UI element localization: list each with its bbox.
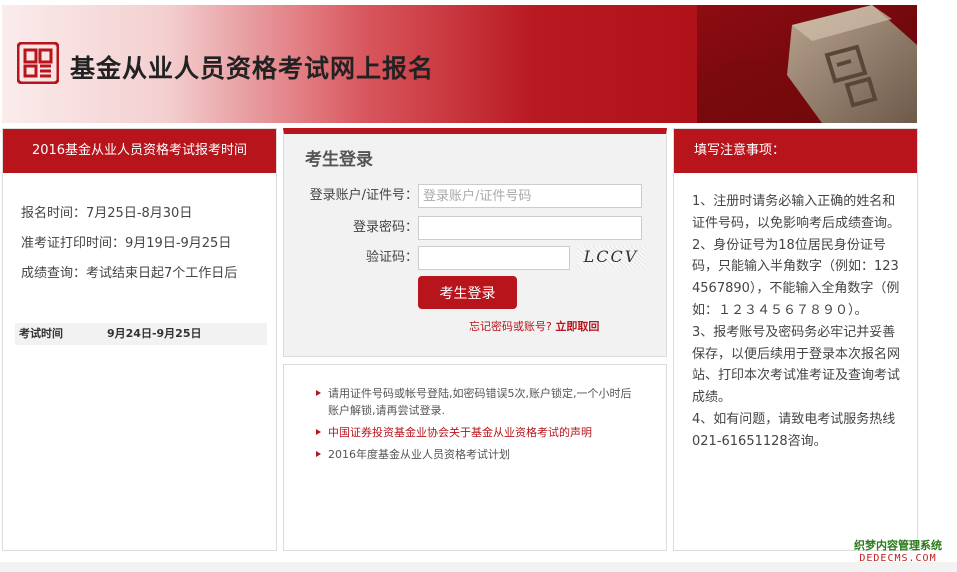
- site-title: 基金从业人员资格考试网上报名: [70, 54, 435, 83]
- notice-item-exam-plan-link[interactable]: 2016年度基金从业人员资格考试计划: [314, 446, 636, 463]
- login-panel: 考生登录 登录账户/证件号： 登录密码： 验证码： LCCV 考生登录 忘记密码…: [283, 128, 667, 357]
- captcha-row: 验证码：: [284, 246, 418, 270]
- instruction-item: 4、如有问题，请致电考试服务热线021-61651128咨询。: [692, 411, 896, 449]
- header-banner: 基金从业人员资格考试网上报名: [2, 5, 917, 123]
- exam-schedule-panel: 2016基金从业人员资格考试报考时间 报名时间：7月25日-8月30日 准考证打…: [2, 128, 277, 551]
- exam-time-value: 9月24日-9月25日: [107, 327, 202, 340]
- forgot-password-text: 忘记密码或账号? 立即取回: [469, 318, 599, 334]
- login-title: 考生登录: [305, 150, 373, 170]
- account-input[interactable]: [418, 184, 642, 208]
- schedule-list: 报名时间：7月25日-8月30日 准考证打印时间：9月19日-9月25日 成绩查…: [3, 173, 276, 289]
- notice-list: 请用证件号码或帐号登陆,如密码错误5次,账户锁定,一个小时后账户解锁,请再尝试登…: [284, 365, 666, 463]
- password-input[interactable]: [418, 216, 642, 240]
- recover-account-link[interactable]: 立即取回: [555, 320, 599, 333]
- schedule-heading: 2016基金从业人员资格考试报考时间: [3, 129, 276, 173]
- logo-icon: [17, 42, 59, 84]
- account-row: 登录账户/证件号：: [284, 184, 418, 208]
- notice-item-login-lock: 请用证件号码或帐号登陆,如密码错误5次,账户锁定,一个小时后账户解锁,请再尝试登…: [314, 385, 636, 419]
- exam-time-row: 考试时间 9月24日-9月25日: [15, 323, 267, 345]
- score-query-period: 成绩查询：考试结束日起7个工作日后: [21, 266, 238, 281]
- exam-time-label: 考试时间: [19, 327, 63, 340]
- captcha-input[interactable]: [418, 246, 570, 270]
- captcha-image[interactable]: LCCV: [577, 246, 645, 268]
- instruction-item: 3、报考账号及密码务必牢记并妥善保存，以便后续用于登录本次报名网站、打印本次考试…: [692, 324, 901, 406]
- login-button[interactable]: 考生登录: [418, 276, 517, 309]
- notice-item-statement-link[interactable]: 中国证券投资基金业协会关于基金从业资格考试的声明: [314, 424, 636, 441]
- account-label: 登录账户/证件号：: [309, 188, 418, 203]
- watermark: 织梦内容管理系统 DEDECMS.COM: [848, 537, 948, 564]
- seal-stamp-image: [697, 5, 917, 123]
- watermark-line2: DEDECMS.COM: [859, 553, 937, 564]
- instruction-item: 2、身份证号为18位居民身份证号码，只能输入半角数字（例如：1234567890…: [692, 237, 900, 318]
- notice-panel: 请用证件号码或帐号登陆,如密码错误5次,账户锁定,一个小时后账户解锁,请再尝试登…: [283, 364, 667, 551]
- forgot-prompt: 忘记密码或账号?: [469, 320, 552, 333]
- admission-ticket-period: 准考证打印时间：9月19日-9月25日: [21, 236, 232, 251]
- instructions-heading: 填写注意事项：: [674, 129, 917, 173]
- captcha-label: 验证码：: [365, 250, 418, 265]
- password-row: 登录密码：: [284, 216, 418, 240]
- instructions-list: 1、注册时请务必输入正确的姓名和证件号码，以免影响考后成绩查询。 2、身份证号为…: [674, 173, 917, 453]
- footer-bar: [0, 562, 957, 572]
- watermark-line1: 织梦内容管理系统: [854, 539, 942, 552]
- instruction-item: 1、注册时请务必输入正确的姓名和证件号码，以免影响考后成绩查询。: [692, 194, 901, 231]
- password-label: 登录密码：: [352, 220, 418, 235]
- instructions-panel: 填写注意事项： 1、注册时请务必输入正确的姓名和证件号码，以免影响考后成绩查询。…: [673, 128, 918, 551]
- registration-period: 报名时间：7月25日-8月30日: [21, 206, 193, 221]
